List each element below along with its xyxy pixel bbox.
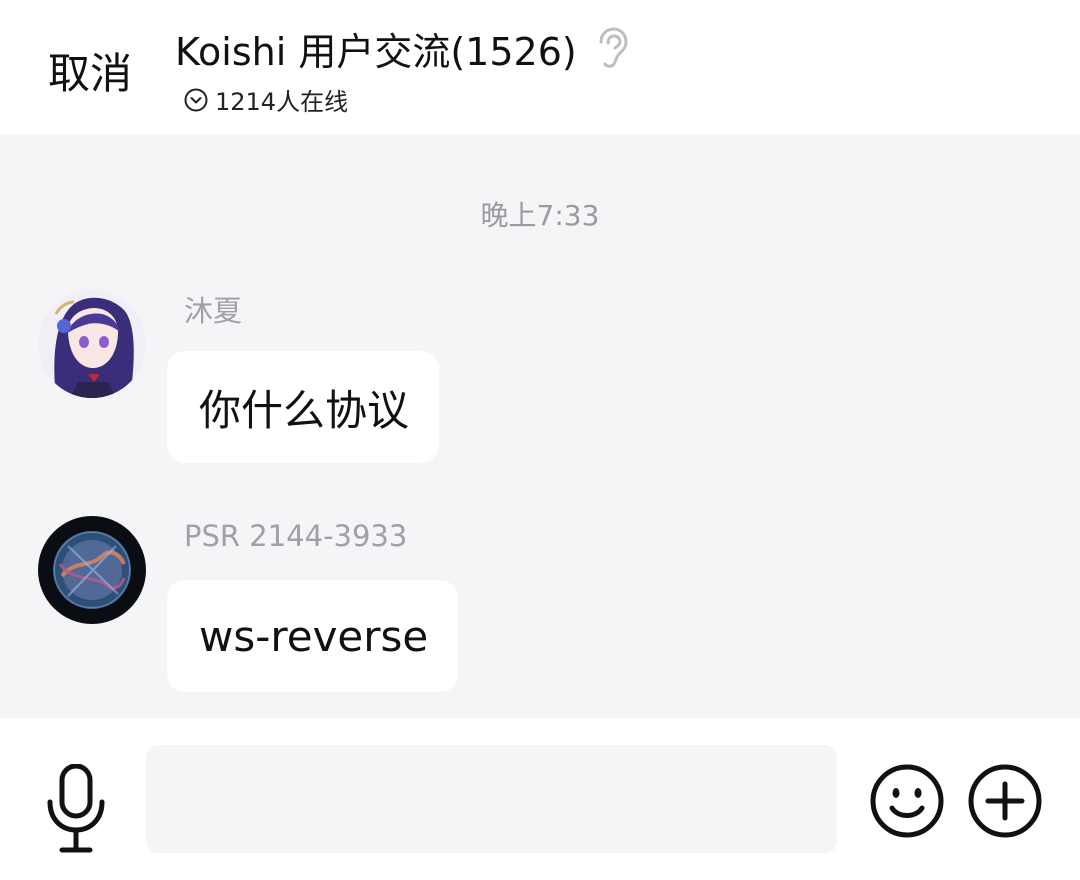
microphone-icon[interactable] bbox=[44, 763, 108, 856]
message-text: 你什么协议 bbox=[199, 385, 410, 435]
emoji-icon[interactable] bbox=[868, 762, 946, 840]
chat-header: 取消 Koishi 用户交流(1526) 1214人在线 bbox=[0, 0, 1080, 134]
cancel-button[interactable]: 取消 bbox=[48, 40, 132, 101]
message-input[interactable] bbox=[146, 745, 837, 853]
message-bubble[interactable]: 你什么协议 bbox=[167, 351, 440, 463]
sender-name: PSR 2144-3933 bbox=[184, 519, 408, 553]
online-status: 1214人在线 bbox=[183, 82, 629, 117]
message-list[interactable]: 晚上7:33 沐夏 你什么协议 PSR 2144-3933 ws-reverse bbox=[0, 134, 1080, 718]
message-bubble[interactable]: ws-reverse bbox=[167, 580, 459, 692]
chevron-down-circle-icon bbox=[183, 87, 209, 113]
plus-icon[interactable] bbox=[966, 762, 1044, 840]
ear-icon[interactable] bbox=[593, 26, 629, 70]
avatar[interactable] bbox=[38, 290, 146, 398]
avatar[interactable] bbox=[38, 516, 146, 624]
message-text: ws-reverse bbox=[199, 611, 429, 661]
sender-name: 沐夏 bbox=[184, 294, 243, 328]
group-title: Koishi 用户交流(1526) bbox=[175, 29, 577, 74]
online-count: 1214人在线 bbox=[215, 88, 349, 116]
group-title-area[interactable]: Koishi 用户交流(1526) 1214人在线 bbox=[175, 22, 629, 117]
message-timestamp: 晚上7:33 bbox=[480, 199, 600, 232]
input-bar bbox=[0, 718, 1080, 880]
